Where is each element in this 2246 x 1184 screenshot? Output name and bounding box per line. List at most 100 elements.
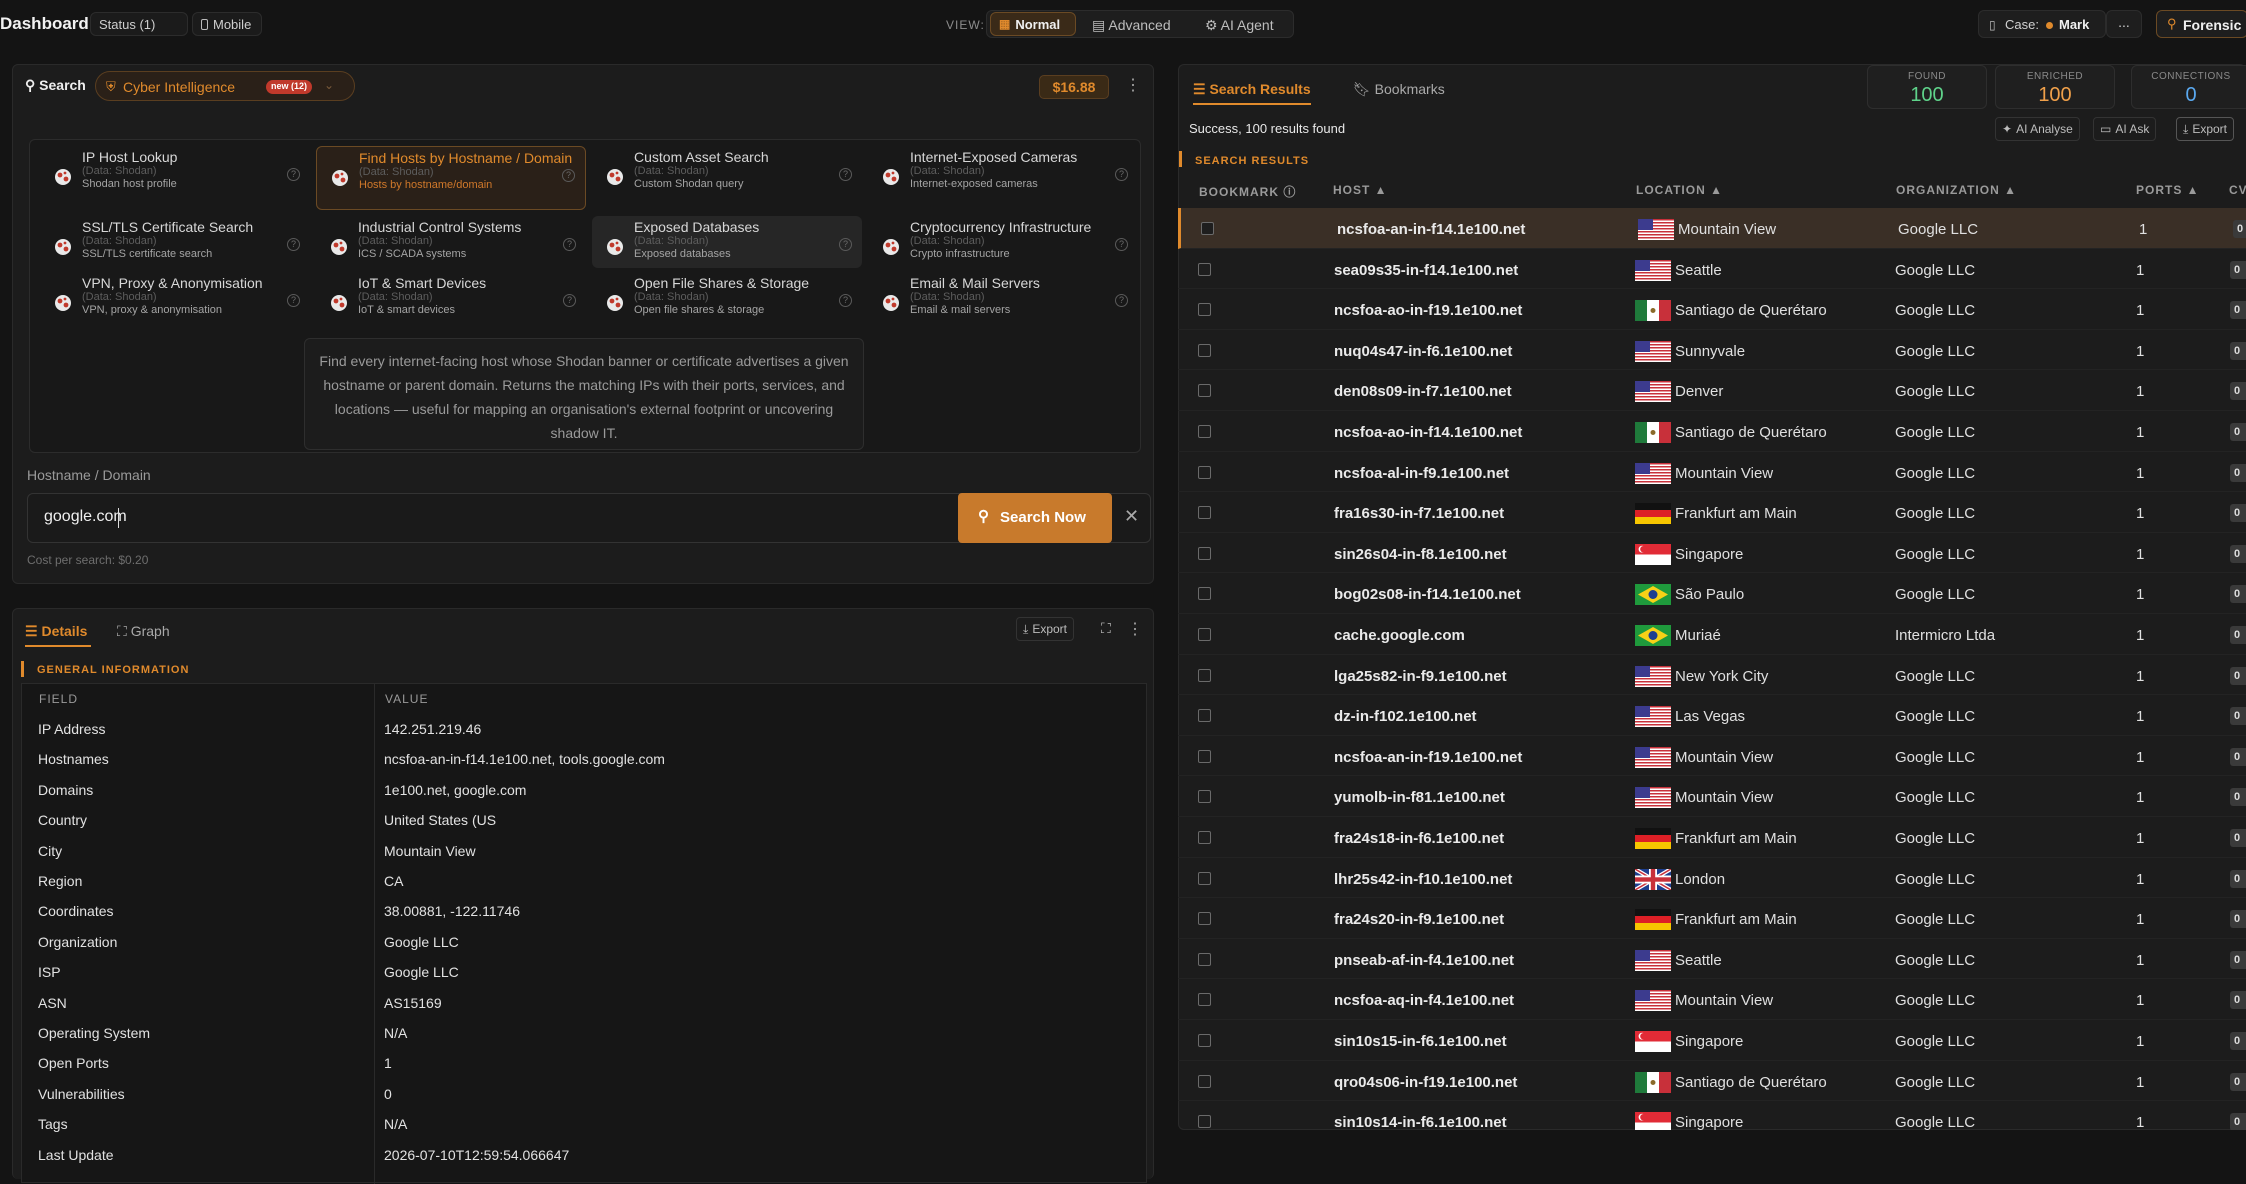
result-row[interactable]: ncsfoa-aq-in-f4.1e100.net Mountain View Go… bbox=[1178, 979, 2246, 1020]
result-organization: Google LLC bbox=[1895, 830, 1976, 847]
result-ports: 1 bbox=[2136, 505, 2145, 523]
result-host[interactable]: ncsfoa-an-in-f19.1e100.net bbox=[1334, 749, 1522, 766]
result-cv-badge: 0 bbox=[2233, 220, 2246, 238]
result-cv-badge: 0 bbox=[2230, 1113, 2246, 1130]
bookmark-checkbox[interactable] bbox=[1198, 1074, 1211, 1088]
result-row[interactable]: sin10s14-in-f6.1e100.net Singapore Google … bbox=[1178, 1101, 2246, 1130]
result-host[interactable]: ncsfoa-an-in-f14.1e100.net bbox=[1337, 221, 1525, 238]
bookmark-checkbox[interactable] bbox=[1198, 343, 1211, 357]
bookmark-checkbox[interactable] bbox=[1198, 831, 1211, 844]
result-row[interactable]: dz-in-f102.1e100.net Las Vegas Google LLC 1… bbox=[1178, 695, 2246, 736]
flag-de-icon bbox=[1635, 909, 1671, 931]
result-host[interactable]: bog02s08-in-f14.1e100.net bbox=[1334, 586, 1521, 603]
result-organization: Google LLC bbox=[1895, 1033, 1976, 1050]
result-cv-badge: 0 bbox=[2230, 869, 2246, 888]
result-host[interactable]: den08s09-in-f7.1e100.net bbox=[1334, 383, 1512, 400]
bookmark-checkbox[interactable] bbox=[1198, 587, 1211, 601]
result-host[interactable]: ncsfoa-aq-in-f4.1e100.net bbox=[1334, 992, 1514, 1009]
detail-row: Last Update 2026-07-10T12:59:54.066647 bbox=[21, 1139, 1147, 1169]
result-location: Santiago de Querétaro bbox=[1675, 1073, 1827, 1091]
bookmark-checkbox[interactable] bbox=[1201, 222, 1214, 235]
result-host[interactable]: nuq04s47-in-f6.1e100.net bbox=[1334, 343, 1512, 360]
bookmark-checkbox[interactable] bbox=[1198, 546, 1211, 560]
bookmark-checkbox[interactable] bbox=[1198, 993, 1211, 1007]
bookmark-checkbox[interactable] bbox=[1198, 871, 1211, 885]
result-row[interactable]: sea09s35-in-f14.1e100.net Seattle Google L… bbox=[1178, 249, 2246, 290]
bookmark-checkbox[interactable] bbox=[1198, 303, 1211, 317]
result-cv-badge: 0 bbox=[2230, 910, 2246, 929]
bookmark-checkbox[interactable] bbox=[1198, 384, 1211, 398]
result-host[interactable]: ncsfoa-al-in-f9.1e100.net bbox=[1334, 465, 1509, 482]
result-row[interactable]: ncsfoa-ao-in-f19.1e100.net Santiago de Qu… bbox=[1178, 289, 2246, 330]
bookmark-checkbox[interactable] bbox=[1198, 749, 1211, 763]
result-host[interactable]: lhr25s42-in-f10.1e100.net bbox=[1334, 871, 1512, 888]
bookmark-checkbox[interactable] bbox=[1198, 506, 1211, 520]
bookmark-checkbox[interactable] bbox=[1198, 262, 1211, 276]
result-host[interactable]: fra24s18-in-f6.1e100.net bbox=[1334, 830, 1504, 847]
result-organization: Google LLC bbox=[1895, 708, 1976, 726]
flag-sg-icon bbox=[1635, 1112, 1671, 1130]
result-row[interactable]: ncsfoa-an-in-f14.1e100.net Mountain View G… bbox=[1178, 208, 2246, 249]
result-row[interactable]: fra24s18-in-f6.1e100.net Frankfurt am Mai… bbox=[1178, 817, 2246, 858]
bookmark-checkbox[interactable] bbox=[1198, 668, 1211, 682]
result-ports: 1 bbox=[2136, 748, 2145, 766]
result-location: São Paulo bbox=[1675, 586, 1745, 604]
result-ports: 1 bbox=[2136, 261, 2145, 279]
result-host[interactable]: pnseab-af-in-f4.1e100.net bbox=[1334, 952, 1514, 969]
result-host[interactable]: fra24s20-in-f9.1e100.net bbox=[1334, 911, 1504, 928]
result-cv-badge: 0 bbox=[2230, 585, 2246, 604]
result-location: Mountain View bbox=[1678, 221, 1777, 238]
result-row[interactable]: sin10s15-in-f6.1e100.net Singapore Google … bbox=[1178, 1020, 2246, 1061]
result-host[interactable]: cache.google.com bbox=[1334, 627, 1465, 644]
bookmark-checkbox[interactable] bbox=[1198, 790, 1211, 804]
result-host[interactable]: sin10s15-in-f6.1e100.net bbox=[1334, 1033, 1507, 1050]
result-row[interactable]: qro04s06-in-f19.1e100.net Santiago de Que… bbox=[1178, 1061, 2246, 1102]
result-host[interactable]: sea09s35-in-f14.1e100.net bbox=[1334, 262, 1518, 279]
result-row[interactable]: lhr25s42-in-f10.1e100.net London Google LL… bbox=[1178, 858, 2246, 899]
result-host[interactable]: dz-in-f102.1e100.net bbox=[1334, 708, 1477, 725]
result-cv-badge: 0 bbox=[2230, 301, 2246, 320]
bookmark-checkbox[interactable] bbox=[1198, 709, 1211, 723]
result-row[interactable]: ncsfoa-al-in-f9.1e100.net Mountain View Go… bbox=[1178, 452, 2246, 493]
result-host[interactable]: ncsfoa-ao-in-f19.1e100.net bbox=[1334, 302, 1522, 319]
result-row[interactable]: bog02s08-in-f14.1e100.net São Paulo Google… bbox=[1178, 573, 2246, 614]
result-host[interactable]: qro04s06-in-f19.1e100.net bbox=[1334, 1074, 1517, 1091]
bookmark-checkbox[interactable] bbox=[1198, 1115, 1211, 1129]
bookmark-checkbox[interactable] bbox=[1198, 628, 1211, 641]
result-row[interactable]: lga25s82-in-f9.1e100.net New York City Goo… bbox=[1178, 655, 2246, 696]
result-host[interactable]: lga25s82-in-f9.1e100.net bbox=[1334, 668, 1507, 685]
result-row[interactable]: sin26s04-in-f8.1e100.net Singapore Google … bbox=[1178, 533, 2246, 574]
result-host[interactable]: fra16s30-in-f7.1e100.net bbox=[1334, 505, 1504, 522]
flag-mx-icon bbox=[1635, 1071, 1671, 1093]
result-organization: Google LLC bbox=[1895, 505, 1976, 523]
result-host[interactable]: sin26s04-in-f8.1e100.net bbox=[1334, 546, 1507, 563]
result-row[interactable]: ncsfoa-ao-in-f14.1e100.net Santiago de Qu… bbox=[1178, 411, 2246, 452]
result-row[interactable]: fra24s20-in-f9.1e100.net Frankfurt am Mai… bbox=[1178, 898, 2246, 939]
result-cv-badge: 0 bbox=[2230, 707, 2246, 726]
result-location: Las Vegas bbox=[1675, 708, 1746, 726]
bookmark-checkbox[interactable] bbox=[1198, 912, 1211, 926]
result-host[interactable]: sin10s14-in-f6.1e100.net bbox=[1334, 1114, 1507, 1130]
result-location: Singapore bbox=[1675, 545, 1744, 563]
result-row[interactable]: yumolb-in-f81.1e100.net Mountain View Goog… bbox=[1178, 776, 2246, 817]
flag-de-icon bbox=[1635, 503, 1671, 525]
bookmark-checkbox[interactable] bbox=[1198, 1034, 1211, 1047]
result-host[interactable]: yumolb-in-f81.1e100.net bbox=[1334, 789, 1505, 806]
flag-us-icon bbox=[1635, 259, 1671, 281]
result-location: Seattle bbox=[1675, 261, 1722, 279]
result-ports: 1 bbox=[2139, 221, 2148, 238]
result-row[interactable]: fra16s30-in-f7.1e100.net Frankfurt am Mai… bbox=[1178, 492, 2246, 533]
result-host[interactable]: ncsfoa-ao-in-f14.1e100.net bbox=[1334, 424, 1522, 441]
bookmark-checkbox[interactable] bbox=[1198, 465, 1211, 479]
result-row[interactable]: cache.google.com Muriaé Intermicro Ltda 1 0 bbox=[1178, 614, 2246, 655]
result-ports: 1 bbox=[2136, 1073, 2145, 1091]
flag-us-icon bbox=[1635, 990, 1671, 1012]
bookmark-checkbox[interactable] bbox=[1198, 952, 1211, 966]
result-row[interactable]: den08s09-in-f7.1e100.net Denver Google LLC… bbox=[1178, 370, 2246, 411]
result-row[interactable]: nuq04s47-in-f6.1e100.net Sunnyvale Google … bbox=[1178, 330, 2246, 371]
result-row[interactable]: ncsfoa-an-in-f19.1e100.net Mountain View G… bbox=[1178, 736, 2246, 777]
result-organization: Google LLC bbox=[1895, 667, 1976, 685]
result-cv-badge: 0 bbox=[2230, 260, 2246, 279]
bookmark-checkbox[interactable] bbox=[1198, 425, 1211, 438]
result-row[interactable]: pnseab-af-in-f4.1e100.net Seattle Google L… bbox=[1178, 939, 2246, 980]
